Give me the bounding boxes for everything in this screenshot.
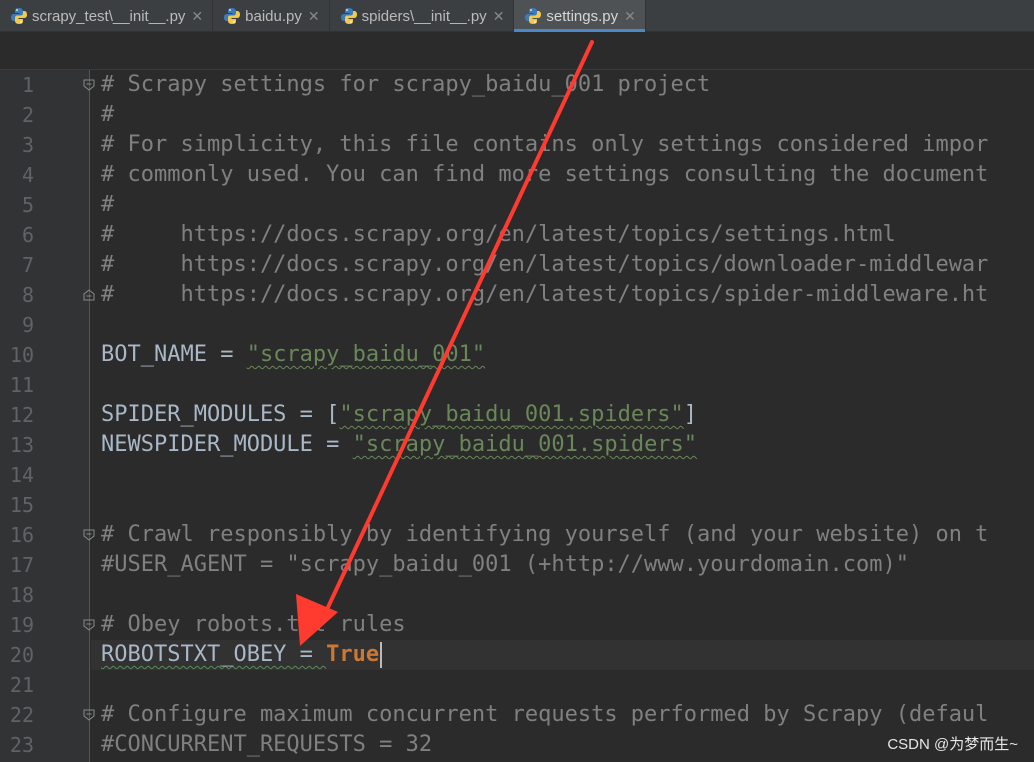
line-number: 7 bbox=[21, 253, 34, 277]
code-line-newspider-module[interactable]: NEWSPIDER_MODULE = "scrapy_baidu_001.spi… bbox=[101, 430, 697, 460]
tab-scrapy-test-init[interactable]: scrapy_test\__init__.py ✕ bbox=[0, 0, 214, 32]
code-editor[interactable]: 1 2 3 4 5 6 7 8 9 10 11 12 13 14 15 16 1… bbox=[0, 70, 1034, 762]
tab-baidu[interactable]: baidu.py ✕ bbox=[213, 0, 330, 32]
line-number: 15 bbox=[9, 493, 34, 517]
line-number: 2 bbox=[21, 103, 34, 127]
python-file-icon bbox=[525, 8, 542, 24]
code-keyword: True bbox=[326, 642, 380, 667]
code-line-comment[interactable]: # Configure maximum concurrent requests … bbox=[101, 700, 988, 730]
line-number: 13 bbox=[9, 433, 34, 457]
fold-marker-icon[interactable] bbox=[83, 619, 95, 631]
code-line-comment[interactable]: #USER_AGENT = "scrapy_baidu_001 (+http:/… bbox=[101, 550, 909, 580]
code-string: "scrapy_baidu_001" bbox=[246, 342, 486, 367]
code-line-spider-modules[interactable]: SPIDER_MODULES = ["scrapy_baidu_001.spid… bbox=[101, 400, 697, 430]
line-number: 22 bbox=[9, 703, 34, 727]
code-line-comment[interactable]: # https://docs.scrapy.org/en/latest/topi… bbox=[101, 220, 896, 250]
code-line-comment[interactable]: # Scrapy settings for scrapy_baidu_001 p… bbox=[101, 70, 710, 100]
line-number: 5 bbox=[21, 193, 34, 217]
code-line-robotstxt-obey[interactable]: ROBOTSTXT_OBEY = True bbox=[101, 640, 383, 670]
code-line-comment[interactable]: # commonly used. You can find more setti… bbox=[101, 160, 988, 190]
line-number: 1 bbox=[21, 73, 34, 97]
tab-spiders-init[interactable]: spiders\__init__.py ✕ bbox=[330, 0, 515, 32]
close-icon[interactable]: ✕ bbox=[624, 8, 636, 25]
text-caret bbox=[380, 642, 383, 668]
fold-marker-icon[interactable] bbox=[83, 709, 95, 721]
tab-label: settings.py bbox=[546, 7, 619, 25]
fold-marker-icon[interactable] bbox=[83, 289, 95, 301]
close-icon[interactable]: ✕ bbox=[493, 8, 505, 25]
code-line-comment[interactable]: # Crawl responsibly by identifying yours… bbox=[101, 520, 988, 550]
line-number: 10 bbox=[9, 343, 34, 367]
close-icon[interactable]: ✕ bbox=[191, 8, 203, 25]
line-number: 11 bbox=[9, 373, 34, 397]
fold-marker-icon[interactable] bbox=[83, 79, 95, 91]
python-file-icon bbox=[340, 8, 357, 24]
python-file-icon bbox=[224, 8, 241, 24]
code-line-bot-name[interactable]: BOT_NAME = "scrapy_baidu_001" bbox=[101, 340, 485, 370]
line-number: 19 bbox=[9, 613, 34, 637]
line-number: 21 bbox=[9, 673, 34, 697]
code-line-comment[interactable]: # bbox=[101, 100, 114, 130]
code-bracket: ] bbox=[683, 402, 698, 427]
code-string: "scrapy_baidu_001.spiders" bbox=[339, 402, 684, 427]
line-number: 18 bbox=[9, 583, 34, 607]
line-number: 14 bbox=[9, 463, 34, 487]
line-number: 23 bbox=[9, 733, 34, 757]
code-line-comment[interactable]: # bbox=[101, 190, 114, 220]
line-number: 17 bbox=[9, 553, 34, 577]
line-number: 16 bbox=[9, 523, 34, 547]
tab-label: scrapy_test\__init__.py bbox=[32, 7, 186, 25]
code-line-comment[interactable]: #CONCURRENT_REQUESTS = 32 bbox=[101, 730, 432, 760]
tab-label: spiders\__init__.py bbox=[361, 7, 487, 25]
line-number: 6 bbox=[21, 223, 34, 247]
code-line-comment[interactable]: # https://docs.scrapy.org/en/latest/topi… bbox=[101, 280, 988, 310]
line-number: 20 bbox=[9, 643, 34, 667]
code-identifier: ROBOTSTXT_OBEY = bbox=[101, 642, 327, 667]
code-identifier: SPIDER_MODULES = [ bbox=[101, 402, 340, 427]
code-identifier: NEWSPIDER_MODULE = bbox=[101, 432, 353, 457]
code-string: "scrapy_baidu_001.spiders" bbox=[352, 432, 698, 457]
fold-marker-icon[interactable] bbox=[83, 529, 95, 541]
line-number: 12 bbox=[9, 403, 34, 427]
code-line-comment[interactable]: # https://docs.scrapy.org/en/latest/topi… bbox=[101, 250, 988, 280]
code-line-comment[interactable]: # For simplicity, this file contains onl… bbox=[101, 130, 988, 160]
line-number: 9 bbox=[21, 313, 34, 337]
line-number: 3 bbox=[21, 133, 34, 157]
close-icon[interactable]: ✕ bbox=[308, 8, 320, 25]
tab-label: baidu.py bbox=[245, 7, 302, 25]
code-line-comment[interactable]: # Obey robots.txt rules bbox=[101, 610, 406, 640]
editor-tab-bar: scrapy_test\__init__.py ✕ baidu.py ✕ spi… bbox=[0, 0, 1034, 32]
line-number-gutter: 1 2 3 4 5 6 7 8 9 10 11 12 13 14 15 16 1… bbox=[0, 70, 95, 762]
line-number: 8 bbox=[21, 283, 34, 307]
editor-breadcrumb-strip bbox=[0, 32, 1034, 70]
tab-settings[interactable]: settings.py ✕ bbox=[514, 0, 646, 32]
line-number: 4 bbox=[21, 163, 34, 187]
watermark: CSDN @为梦而生~ bbox=[887, 736, 1018, 753]
code-identifier: BOT_NAME = bbox=[101, 342, 247, 367]
python-file-icon bbox=[11, 8, 27, 24]
